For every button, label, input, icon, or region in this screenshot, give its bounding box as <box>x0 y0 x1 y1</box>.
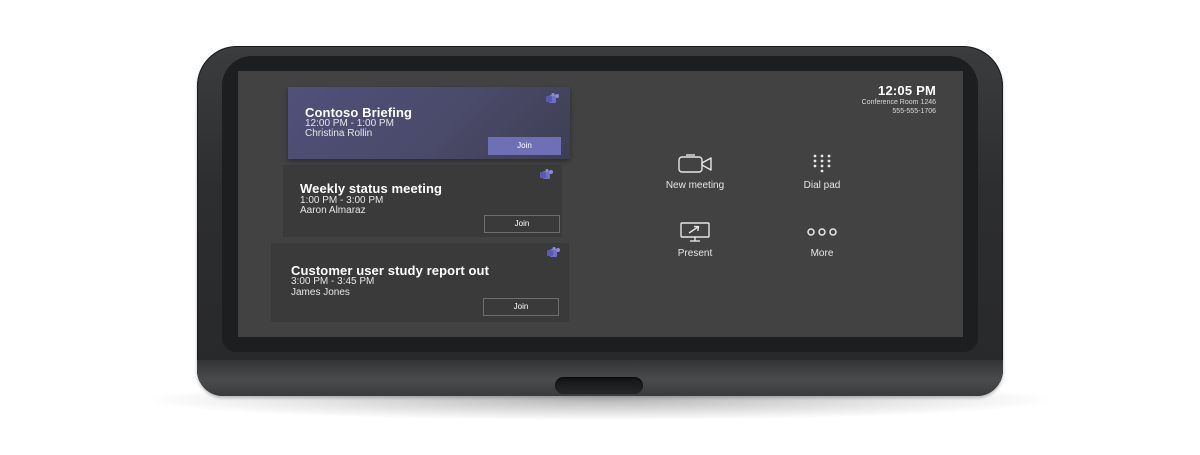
meeting-organizer: James Jones <box>291 287 350 298</box>
present-button[interactable]: Present <box>640 222 750 259</box>
join-button[interactable]: Join <box>488 137 561 155</box>
teams-icon <box>547 247 560 257</box>
dial-pad-icon <box>813 154 831 173</box>
product-photo: Contoso Briefing 12:00 PM - 1:00 PM Chri… <box>0 0 1200 455</box>
meeting-card-contoso-briefing[interactable]: Contoso Briefing 12:00 PM - 1:00 PM Chri… <box>288 87 570 159</box>
new-meeting-button[interactable]: New meeting <box>640 154 750 191</box>
meeting-organizer: Aaron Almaraz <box>300 205 366 216</box>
clock-time: 12:05 PM <box>878 83 936 98</box>
present-label: Present <box>677 248 713 259</box>
join-button[interactable]: Join <box>483 298 559 316</box>
new-meeting-label: New meeting <box>665 180 725 191</box>
more-label: More <box>810 248 834 259</box>
meeting-time: 3:00 PM - 3:45 PM <box>291 276 375 287</box>
home-button[interactable] <box>555 377 643 394</box>
meeting-card-customer-study[interactable]: Customer user study report out 3:00 PM -… <box>271 243 569 322</box>
dial-pad-button[interactable]: Dial pad <box>767 154 877 191</box>
room-name: Conference Room 1246 <box>861 99 936 106</box>
video-camera-icon <box>678 154 712 173</box>
dial-pad-label: Dial pad <box>803 180 841 191</box>
teams-icon <box>540 169 553 179</box>
touch-console-device: Contoso Briefing 12:00 PM - 1:00 PM Chri… <box>197 46 1003 396</box>
room-status: 12:05 PM Conference Room 1246 555-555-17… <box>862 83 936 116</box>
meeting-title: Weekly status meeting <box>300 181 443 196</box>
teams-icon <box>546 93 559 103</box>
present-screen-icon <box>680 222 710 242</box>
more-button[interactable]: More <box>767 222 877 259</box>
join-button[interactable]: Join <box>484 215 560 233</box>
meeting-organizer: Christina Rollin <box>305 128 373 139</box>
more-dots-icon <box>807 228 837 236</box>
room-phone: 555-555-1706 <box>892 108 936 115</box>
teams-room-screen: Contoso Briefing 12:00 PM - 1:00 PM Chri… <box>238 71 963 337</box>
meeting-card-weekly-status[interactable]: Weekly status meeting 1:00 PM - 3:00 PM … <box>283 165 562 237</box>
